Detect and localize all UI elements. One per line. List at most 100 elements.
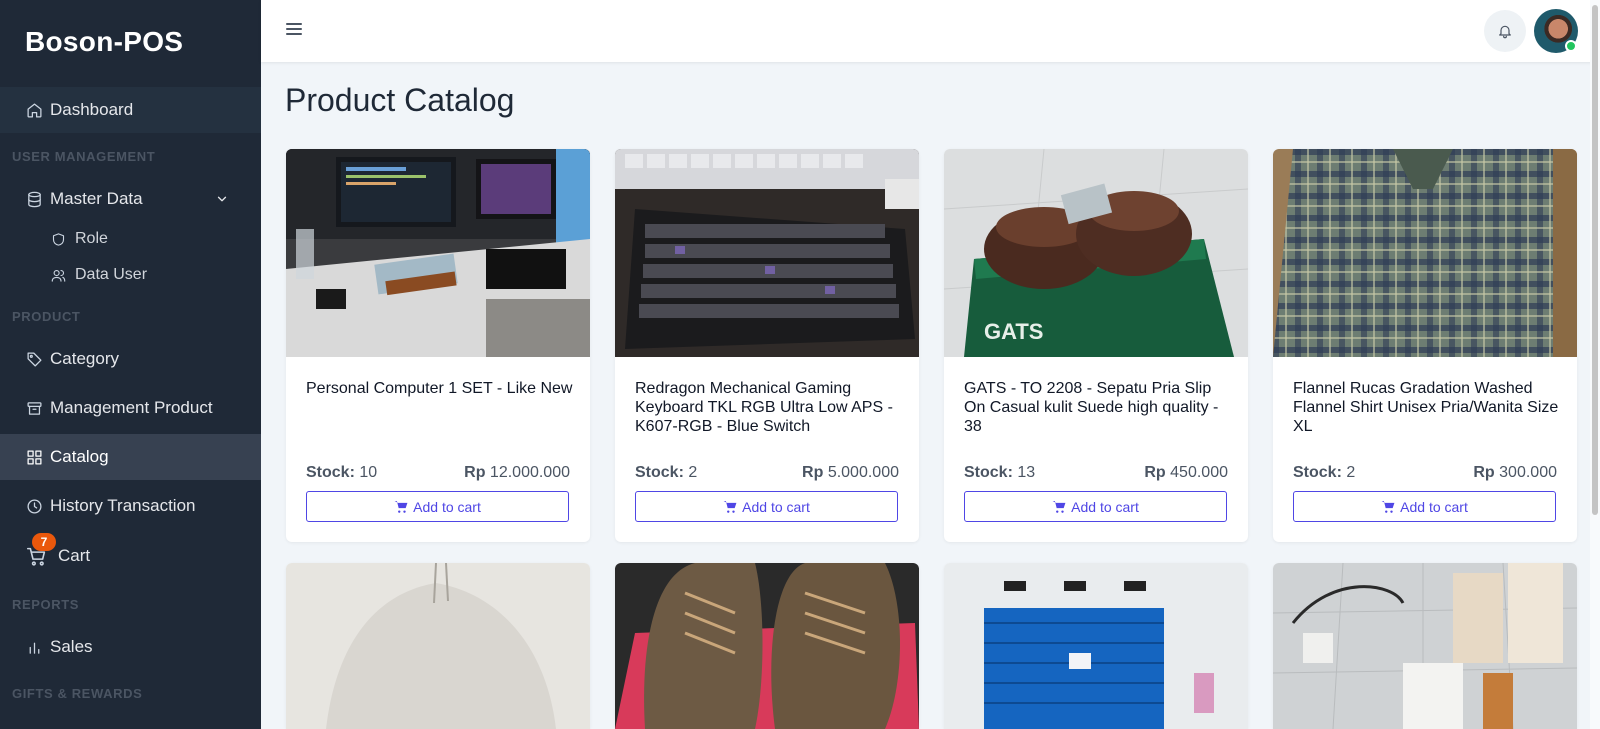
stock-value: 10 — [359, 464, 378, 481]
product-name: GATS - TO 2208 - Sepatu Pria Slip On Cas… — [964, 380, 1219, 435]
product-price: Rp 5.000.000 — [802, 464, 899, 482]
price-value: 5.000.000 — [827, 464, 899, 481]
cart-count-badge: 7 — [32, 533, 56, 551]
product-card: Flannel Rucas Gradation Washed Flannel S… — [1273, 149, 1577, 542]
product-card — [615, 563, 919, 729]
chevron-down-icon — [215, 191, 229, 205]
product-image[interactable] — [615, 563, 919, 729]
shield-icon — [50, 231, 67, 248]
currency-label: Rp — [464, 464, 486, 481]
stock-value: 2 — [1346, 464, 1356, 481]
sidebar-item-label: Cart — [58, 546, 91, 565]
product-stock: Stock: 2 — [635, 464, 697, 482]
sidebar-item-label: Role — [75, 230, 108, 247]
sidebar-item-label: Dashboard — [50, 100, 134, 119]
add-to-cart-label: Add to cart — [1071, 498, 1139, 515]
home-icon — [25, 101, 43, 119]
product-card — [1273, 563, 1577, 729]
sidebar-item-dashboard[interactable]: Dashboard — [0, 87, 261, 133]
product-name: Flannel Rucas Gradation Washed Flannel S… — [1293, 380, 1559, 435]
stock-label: Stock: — [306, 464, 355, 481]
stock-label: Stock: — [964, 464, 1013, 481]
section-reports: REPORTS — [12, 597, 80, 612]
topbar — [261, 0, 1600, 62]
sidebar-item-label: Management Product — [50, 398, 213, 417]
online-status-indicator — [1565, 40, 1577, 52]
product-card: Redragon Mechanical Gaming Keyboard TKL … — [615, 149, 919, 542]
price-value: 300.000 — [1499, 464, 1557, 481]
product-card — [286, 563, 590, 729]
cart-icon — [1052, 500, 1071, 514]
sidebar-item-sales[interactable]: Sales — [0, 624, 261, 670]
product-image[interactable] — [1273, 149, 1577, 357]
bar-chart-icon — [25, 638, 43, 656]
product-name: Personal Computer 1 SET - Like New — [306, 380, 573, 397]
product-price: Rp 300.000 — [1473, 464, 1557, 482]
add-to-cart-label: Add to cart — [1400, 498, 1468, 515]
currency-label: Rp — [1473, 464, 1495, 481]
currency-label: Rp — [1144, 464, 1166, 481]
product-stock: Stock: 10 — [306, 464, 377, 482]
tag-icon — [25, 350, 43, 368]
add-to-cart-label: Add to cart — [742, 498, 810, 515]
cart-icon — [723, 500, 742, 514]
product-stock: Stock: 2 — [1293, 464, 1355, 482]
product-card — [944, 563, 1248, 729]
add-to-cart-button[interactable]: Add to cart — [635, 491, 898, 522]
menu-toggle-icon[interactable] — [286, 23, 302, 37]
currency-label: Rp — [802, 464, 824, 481]
sidebar-item-label: Master Data — [50, 189, 143, 208]
price-value: 450.000 — [1170, 464, 1228, 481]
sidebar-item-history-transaction[interactable]: History Transaction — [0, 483, 261, 529]
stock-label: Stock: — [1293, 464, 1342, 481]
product-image[interactable] — [944, 563, 1248, 729]
product-price: Rp 450.000 — [1144, 464, 1228, 482]
database-icon — [25, 190, 43, 208]
sidebar-item-role[interactable]: Role — [0, 221, 261, 257]
product-image[interactable] — [615, 149, 919, 357]
stock-value: 13 — [1017, 464, 1036, 481]
product-stock: Stock: 13 — [964, 464, 1035, 482]
bell-icon — [1497, 23, 1513, 39]
product-card: GATS GATS - TO 2208 - Sepatu Pria Slip O… — [944, 149, 1248, 542]
sidebar: Boson-POS Dashboard USER MANAGEMENT Mast… — [0, 0, 261, 729]
add-to-cart-button[interactable]: Add to cart — [964, 491, 1227, 522]
users-icon — [50, 267, 67, 284]
product-image[interactable] — [1273, 563, 1577, 729]
sidebar-item-management-product[interactable]: Management Product — [0, 385, 261, 431]
product-image[interactable] — [286, 149, 590, 357]
section-product: PRODUCT — [12, 309, 81, 324]
add-to-cart-button[interactable]: Add to cart — [1293, 491, 1556, 522]
brand-logo[interactable]: Boson-POS — [0, 0, 261, 84]
product-card: Personal Computer 1 SET - Like New Stock… — [286, 149, 590, 542]
cart-icon — [394, 500, 413, 514]
section-gifts-rewards: GIFTS & REWARDS — [12, 686, 143, 701]
stock-label: Stock: — [635, 464, 684, 481]
section-user-management: USER MANAGEMENT — [12, 149, 156, 164]
sidebar-item-master-data[interactable]: Master Data — [0, 176, 261, 222]
scrollbar-thumb[interactable] — [1592, 5, 1598, 515]
product-image[interactable] — [286, 563, 590, 729]
stock-value: 2 — [688, 464, 698, 481]
product-price: Rp 12.000.000 — [464, 464, 570, 482]
sidebar-item-category[interactable]: Category — [0, 336, 261, 382]
page-scrollbar[interactable] — [1590, 0, 1600, 729]
sidebar-item-catalog[interactable]: Catalog — [0, 434, 261, 480]
add-to-cart-button[interactable]: Add to cart — [306, 491, 569, 522]
sidebar-item-label: Data User — [75, 266, 148, 283]
sidebar-item-label: Sales — [50, 637, 93, 656]
svg-text:GATS: GATS — [984, 319, 1043, 344]
product-name: Redragon Mechanical Gaming Keyboard TKL … — [635, 380, 893, 435]
add-to-cart-label: Add to cart — [413, 498, 481, 515]
product-image[interactable]: GATS — [944, 149, 1248, 357]
sidebar-item-data-user[interactable]: Data User — [0, 257, 261, 293]
sidebar-item-label: History Transaction — [50, 496, 196, 515]
cart-icon — [1381, 500, 1400, 514]
page-title: Product Catalog — [285, 82, 515, 118]
clock-icon — [25, 497, 43, 515]
sidebar-item-label: Catalog — [50, 447, 109, 466]
notification-button[interactable] — [1484, 10, 1526, 52]
price-value: 12.000.000 — [489, 464, 570, 481]
archive-icon — [25, 399, 43, 417]
grid-icon — [25, 448, 43, 466]
